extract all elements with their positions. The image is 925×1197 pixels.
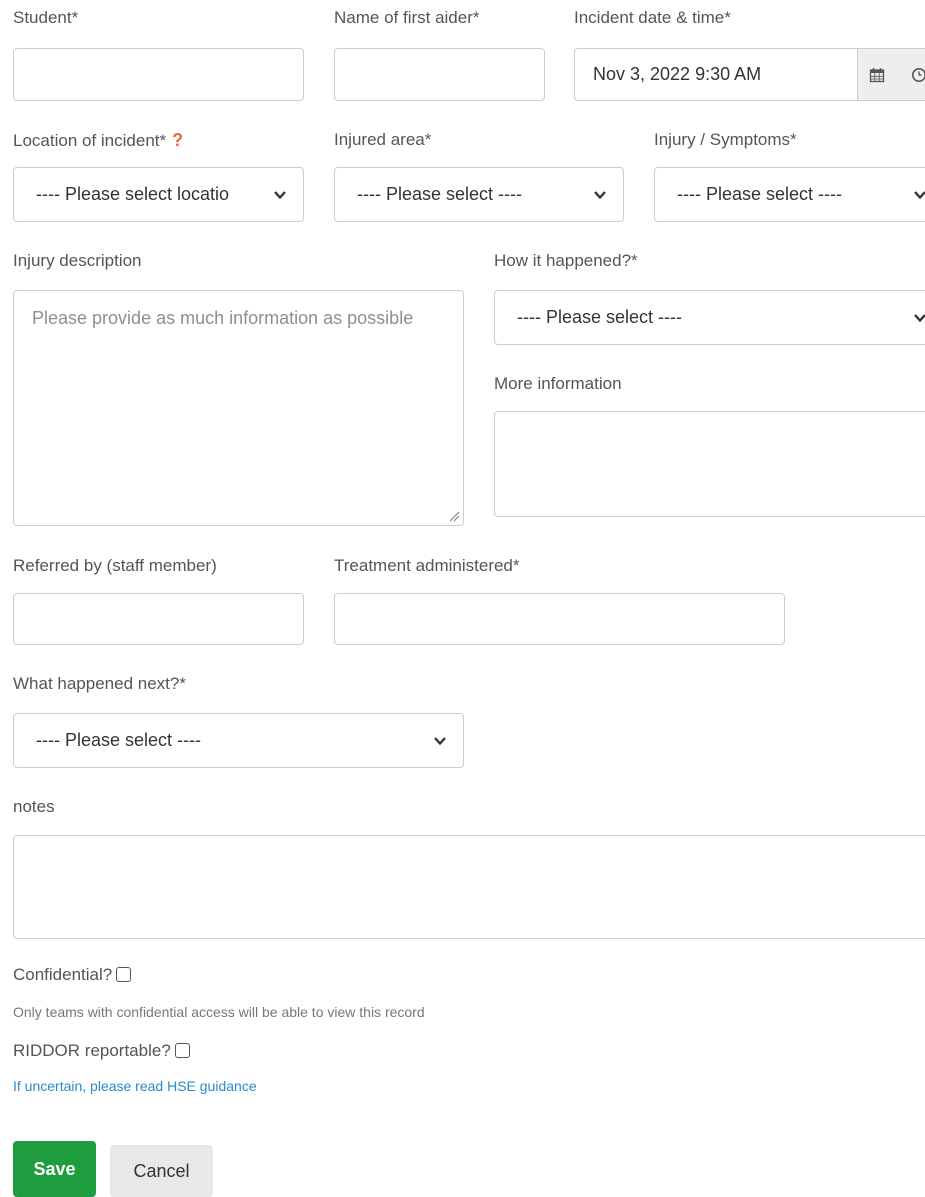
incident-form: Student* Name of first aider* Incident d… (0, 0, 925, 1197)
injury-symptoms-select-value: ---- Please select ---- (677, 184, 843, 204)
how-it-happened-select[interactable]: ---- Please select ---- (494, 290, 925, 345)
resize-handle-icon[interactable] (448, 510, 460, 522)
what-happened-next-label: What happened next?* (13, 674, 186, 693)
location-select-value: ---- Please select locatio (36, 184, 230, 204)
save-button[interactable]: Save (13, 1141, 96, 1197)
treatment-label: Treatment administered* (334, 556, 520, 575)
injury-description-label: Injury description (13, 251, 142, 270)
riddor-label: RIDDOR reportable? (13, 1041, 171, 1060)
student-label: Student* (13, 8, 79, 27)
location-label: Location of incident*? (13, 130, 183, 151)
confidential-help-text: Only teams with confidential access will… (13, 1004, 425, 1020)
more-information-textarea[interactable] (494, 411, 925, 517)
confidential-row: Confidential? (13, 965, 132, 985)
first-aider-input[interactable] (334, 48, 545, 101)
clock-icon[interactable] (897, 49, 925, 100)
chevron-down-icon (274, 190, 286, 199)
location-label-text: Location of incident* (13, 131, 167, 150)
incident-datetime-value[interactable]: Nov 3, 2022 9:30 AM (575, 49, 858, 100)
injured-area-label: Injured area* (334, 130, 432, 149)
referred-by-input[interactable] (13, 593, 304, 645)
riddor-checkbox[interactable] (174, 1043, 190, 1058)
injured-area-select[interactable]: ---- Please select ---- (334, 167, 624, 222)
how-it-happened-select-value: ---- Please select ---- (517, 307, 683, 327)
injury-symptoms-select[interactable]: ---- Please select ---- (654, 167, 925, 222)
injured-area-select-value: ---- Please select ---- (357, 184, 523, 204)
chevron-down-icon (914, 313, 925, 322)
what-happened-next-select-value: ---- Please select ---- (36, 730, 202, 750)
question-icon[interactable]: ? (172, 130, 183, 150)
chevron-down-icon (594, 190, 606, 199)
student-input[interactable] (13, 48, 304, 101)
incident-datetime-picker[interactable]: Nov 3, 2022 9:30 AM (574, 48, 925, 101)
incident-datetime-label: Incident date & time* (574, 8, 731, 27)
chevron-down-icon (434, 736, 446, 745)
more-information-label: More information (494, 374, 622, 393)
cancel-button[interactable]: Cancel (110, 1145, 213, 1197)
calendar-icon[interactable] (857, 49, 897, 100)
what-happened-next-select[interactable]: ---- Please select ---- (13, 713, 464, 768)
referred-by-label: Referred by (staff member) (13, 556, 217, 575)
location-select[interactable]: ---- Please select locatio (13, 167, 304, 222)
confidential-checkbox[interactable] (116, 967, 132, 982)
injury-description-textarea[interactable] (13, 290, 464, 526)
chevron-down-icon (914, 190, 925, 199)
riddor-row: RIDDOR reportable? (13, 1041, 190, 1061)
treatment-input[interactable] (334, 593, 785, 645)
hse-guidance-link[interactable]: If uncertain, please read HSE guidance (13, 1078, 257, 1094)
notes-textarea[interactable] (13, 835, 925, 939)
first-aider-label: Name of first aider* (334, 8, 480, 27)
confidential-label: Confidential? (13, 965, 113, 984)
how-it-happened-label: How it happened?* (494, 251, 638, 270)
injury-symptoms-label: Injury / Symptoms* (654, 130, 797, 149)
notes-label: notes (13, 797, 55, 816)
